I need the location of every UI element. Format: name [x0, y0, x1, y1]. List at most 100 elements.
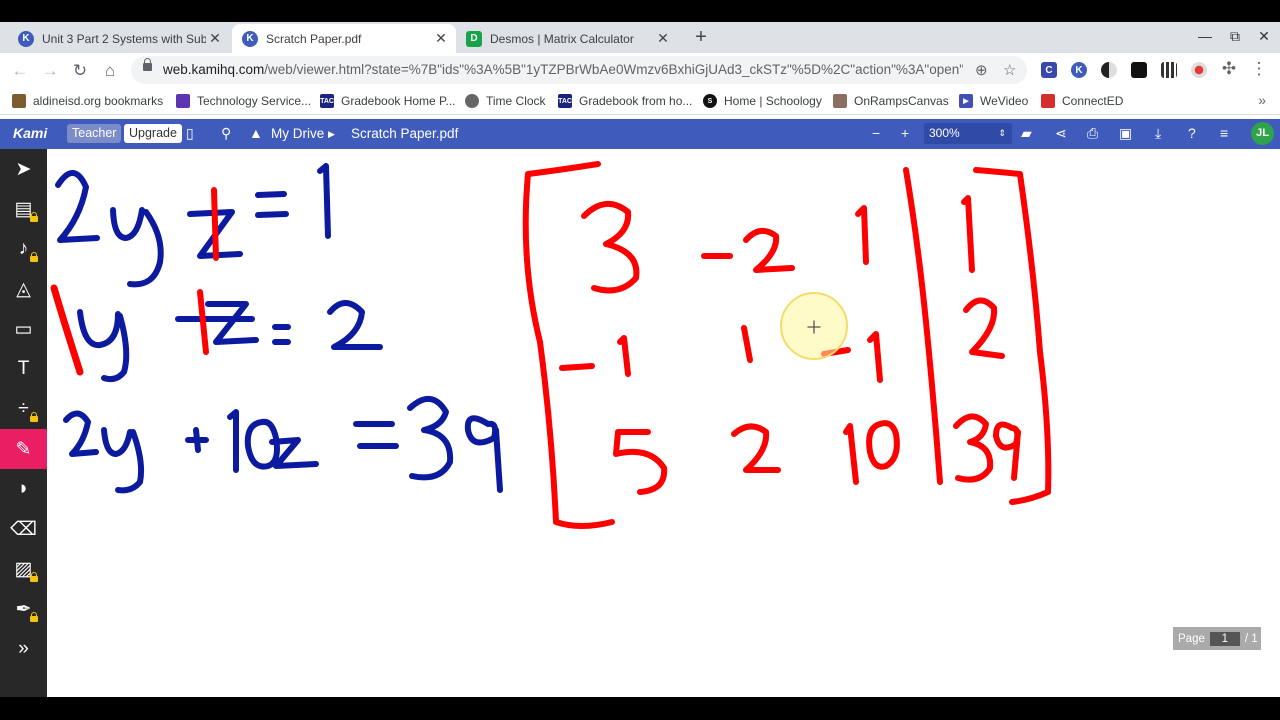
bookmark-time-clock[interactable]: Time Clock — [465, 94, 546, 108]
bookmark-gradebook-home[interactable]: TAC Gradebook Home P... — [320, 94, 456, 108]
text-tool-icon[interactable]: T — [0, 349, 47, 389]
save-icon[interactable]: ▣ — [1119, 125, 1132, 142]
kami-extension-icon[interactable]: K — [1071, 62, 1087, 78]
bookmark-star-icon[interactable]: ☆ — [1003, 61, 1016, 79]
close-window-icon[interactable]: ✕ — [1254, 28, 1274, 45]
folder-icon — [12, 94, 26, 108]
bookmark-connected[interactable]: ConnectED — [1041, 94, 1123, 108]
tab-scratch-paper[interactable]: K Scratch Paper.pdf ✕ — [232, 24, 456, 53]
share-icon[interactable]: ⋖ — [1055, 125, 1067, 142]
help-icon[interactable]: ? — [1188, 125, 1196, 141]
avatar[interactable]: JL — [1251, 122, 1274, 145]
schoology-icon: S — [703, 94, 717, 108]
new-tab-button[interactable]: + — [690, 26, 712, 48]
breadcrumb-chevron-icon: ▶ — [328, 129, 335, 139]
equation-tool-divide-icon[interactable]: ÷ — [0, 389, 47, 429]
close-tab-icon[interactable]: ✕ — [654, 30, 672, 47]
bookmark-gradebook-from-home[interactable]: TAC Gradebook from ho... — [558, 94, 692, 108]
bookmark-schoology[interactable]: S Home | Schoology — [703, 94, 822, 108]
teacher-badge[interactable]: Teacher — [67, 124, 122, 143]
back-arrow-icon[interactable]: ← — [10, 61, 30, 81]
reload-icon[interactable]: ↻ — [70, 61, 90, 81]
dictionary-tool-book-icon[interactable]: ▤ — [0, 189, 47, 229]
handwriting-ink — [50, 161, 1052, 529]
hamburger-menu-icon[interactable]: ≡ — [1220, 125, 1228, 141]
eraser-tool-icon[interactable]: ⌫ — [0, 509, 47, 549]
bookmark-wevideo[interactable]: ▶ WeVideo — [959, 94, 1028, 108]
wevideo-play-icon: ▶ — [959, 94, 973, 108]
search-icon[interactable]: ⚲ — [221, 125, 231, 142]
bookmark-onramps[interactable]: OnRampsCanvas — [833, 94, 949, 108]
zoom-select[interactable]: 300% ⇕ — [924, 123, 1012, 144]
updown-arrow-icon: ⇕ — [998, 128, 1006, 138]
home-icon[interactable]: ⌂ — [100, 61, 120, 81]
kami-logo: Kami — [13, 125, 48, 141]
zoom-out-icon[interactable]: − — [872, 125, 880, 141]
kami-favicon-icon: K — [242, 30, 258, 47]
page-number-input[interactable]: 1 — [1209, 631, 1240, 646]
minimize-icon[interactable]: — — [1195, 28, 1215, 44]
bookmark-aldineisd[interactable]: aldineisd.org bookmarks — [12, 94, 163, 108]
sidebar-toggle-icon[interactable]: ▯ — [186, 125, 194, 142]
url-text: web.kamihq.com/web/viewer.html?state=%7B… — [163, 62, 963, 77]
bookmarks-bar: aldineisd.org bookmarks Technology Servi… — [0, 88, 1280, 115]
address-bar[interactable]: web.kamihq.com/web/viewer.html?state=%7B… — [131, 56, 1027, 84]
screencast-extension-icon[interactable] — [1131, 62, 1147, 78]
forward-arrow-icon[interactable]: → — [40, 61, 60, 81]
equation-3-ink — [63, 396, 503, 494]
image-tool-icon[interactable]: ▨ — [0, 549, 47, 589]
record-extension-icon[interactable] — [1191, 62, 1207, 78]
select-tool-cursor-icon[interactable]: ➤ — [0, 149, 47, 189]
matrix-left-bracket — [522, 161, 615, 529]
close-tab-icon[interactable]: ✕ — [432, 30, 450, 47]
restore-icon[interactable]: ⧉ — [1225, 28, 1245, 45]
tab-unit3[interactable]: K Unit 3 Part 2 Systems with Subs ✕ — [8, 24, 230, 53]
tac-icon: TAC — [320, 94, 334, 108]
google-drive-icon: ▲ — [249, 125, 263, 141]
browser-toolbar: ← → ↻ ⌂ web.kamihq.com/web/viewer.html?s… — [0, 53, 1280, 88]
menu-kebab-icon[interactable]: ⋮ — [1249, 59, 1269, 79]
puzzle-extensions-icon[interactable]: ✣ — [1219, 59, 1239, 79]
download-icon[interactable]: ⤓ — [1155, 125, 1161, 142]
lock-icon — [30, 212, 38, 222]
tab-strip: K Unit 3 Part 2 Systems with Subs ✕ K Sc… — [0, 22, 1280, 53]
expand-sidebar-icon[interactable]: » — [0, 629, 47, 669]
document-canvas[interactable]: Page 1 / 1 — [47, 149, 1280, 697]
drawing-tool-brush-icon[interactable]: ✎ — [0, 429, 47, 469]
upgrade-button[interactable]: Upgrade — [124, 124, 182, 143]
tac-icon: TAC — [558, 94, 572, 108]
bookmarks-overflow-icon[interactable]: » — [1258, 92, 1266, 108]
highlighter-tool-icon[interactable]: ◬ — [0, 269, 47, 309]
onramps-icon — [833, 94, 847, 108]
dark-mode-extension-icon[interactable] — [1101, 62, 1117, 78]
lock-icon — [30, 572, 38, 582]
equation-1-plus-red — [211, 187, 219, 261]
equation-2-ink — [77, 300, 383, 383]
shapes-tool-icon[interactable]: ◗ — [0, 469, 47, 509]
qr-code-extension-icon[interactable] — [1161, 62, 1177, 78]
bookmark-technology[interactable]: Technology Service... — [176, 94, 311, 108]
lock-icon — [30, 252, 38, 262]
tab-desmos[interactable]: D Desmos | Matrix Calculator ✕ — [456, 24, 678, 53]
equation-2-plus-red — [197, 289, 209, 355]
browser-window: K Unit 3 Part 2 Systems with Subs ✕ K Sc… — [0, 22, 1280, 697]
page-indicator: Page 1 / 1 — [1173, 627, 1261, 650]
open-folder-icon[interactable]: ▰ — [1021, 125, 1032, 142]
matrix-augment-divider — [903, 167, 943, 485]
signature-tool-pen-icon[interactable]: ✒ — [0, 589, 47, 629]
add-circle-icon[interactable]: ⊕ — [975, 61, 988, 79]
connected-icon — [1041, 94, 1055, 108]
comment-tool-icon[interactable]: ▭ — [0, 309, 47, 349]
lock-icon — [30, 612, 38, 622]
c-extension-icon[interactable]: C — [1041, 62, 1057, 78]
text-to-speech-tool-icon[interactable]: ♪ — [0, 229, 47, 269]
breadcrumb-my-drive[interactable]: My Drive — [271, 126, 324, 141]
close-tab-icon[interactable]: ✕ — [206, 30, 224, 47]
tab-title: Desmos | Matrix Calculator — [490, 31, 634, 46]
print-icon[interactable]: ⎙ — [1087, 125, 1098, 142]
equation-2-one-red — [50, 284, 84, 376]
equation-1-ink — [55, 163, 331, 288]
zoom-in-icon[interactable]: + — [901, 125, 909, 141]
tool-sidebar: ➤ ▤ ♪ ◬ ▭ T ÷ ✎ ◗ ⌫ ▨ ✒ » — [0, 149, 47, 697]
file-name: Scratch Paper.pdf — [351, 126, 459, 141]
